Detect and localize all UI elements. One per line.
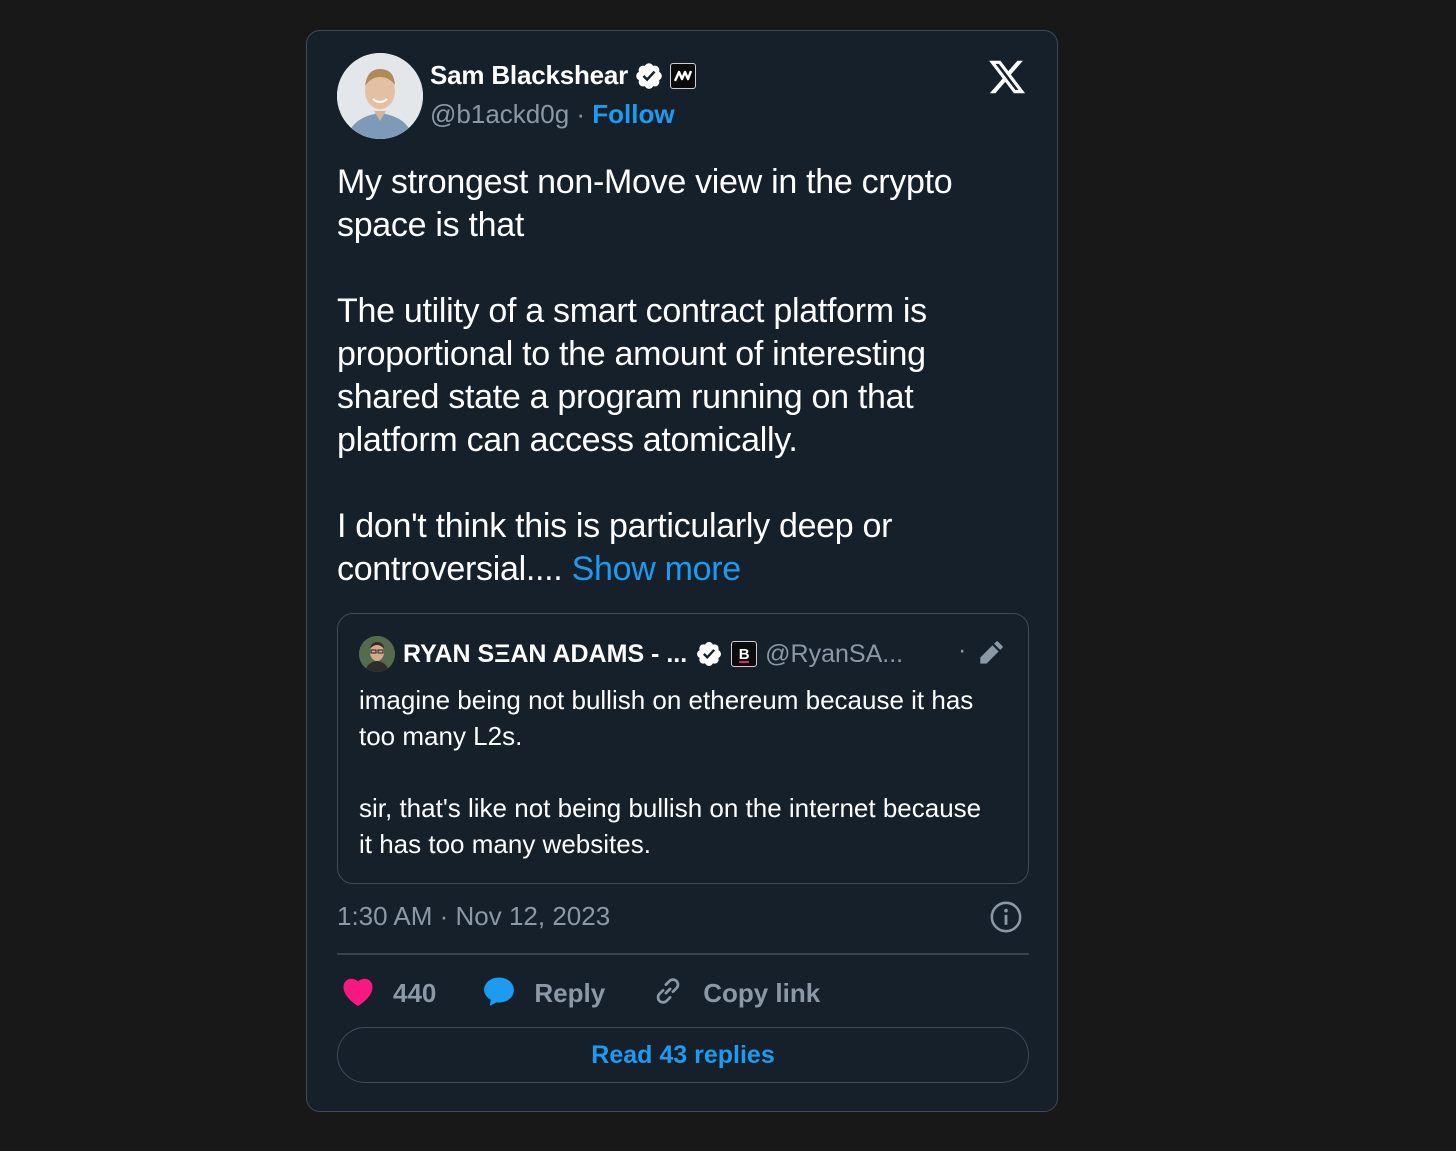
verified-icon bbox=[695, 640, 723, 668]
author-handle-row: @b1ackd0g · Follow bbox=[430, 99, 675, 130]
divider bbox=[337, 953, 1029, 955]
quoted-tweet-text: imagine being not bullish on ethereum be… bbox=[359, 682, 999, 862]
tweet-card: Sam Blackshear @b1ackd0g · Follow My str… bbox=[306, 30, 1058, 1112]
author-name-row: Sam Blackshear bbox=[430, 60, 697, 91]
handle-separator: · bbox=[576, 99, 586, 129]
affiliate-badge-icon: B bbox=[731, 641, 758, 667]
quoted-author-name[interactable]: RYAN SΞAN ADAMS - ... bbox=[403, 640, 687, 669]
quoted-tweet-header: RYAN SΞAN ADAMS - ... B @RyanSA... bbox=[359, 636, 903, 672]
x-logo-icon[interactable] bbox=[987, 57, 1027, 97]
reply-label: Reply bbox=[534, 977, 606, 1008]
copy-link-button[interactable]: Copy link bbox=[651, 974, 820, 1013]
show-more-link[interactable]: Show more bbox=[572, 550, 742, 588]
reply-bubble-icon bbox=[482, 974, 516, 1013]
quoted-author-avatar[interactable] bbox=[359, 636, 395, 672]
quoted-paragraph: imagine being not bullish on ethereum be… bbox=[359, 685, 974, 751]
copy-link-label: Copy link bbox=[703, 977, 821, 1008]
action-bar: 440 Reply Copy link bbox=[341, 973, 866, 1013]
tweet-paragraph: The utility of a smart contract platform… bbox=[337, 292, 927, 459]
author-handle[interactable]: @b1ackd0g bbox=[430, 99, 569, 129]
tweet-paragraph: I don't think this is particularly deep … bbox=[337, 505, 1027, 591]
like-count: 440 bbox=[393, 977, 437, 1008]
info-icon[interactable] bbox=[989, 900, 1023, 934]
author-avatar[interactable] bbox=[337, 53, 423, 139]
like-button[interactable]: 440 bbox=[341, 975, 436, 1012]
verified-icon bbox=[634, 61, 664, 91]
quoted-handle-separator: · bbox=[958, 636, 967, 664]
author-name[interactable]: Sam Blackshear bbox=[430, 60, 628, 91]
edit-icon bbox=[976, 640, 1004, 668]
affiliate-badge-icon bbox=[670, 62, 697, 89]
tweet-text: My strongest non-Move view in the crypto… bbox=[337, 161, 1027, 591]
read-replies-button[interactable]: Read 43 replies bbox=[337, 1027, 1029, 1083]
reply-button[interactable]: Reply bbox=[482, 974, 605, 1013]
quoted-paragraph: sir, that's like not being bullish on th… bbox=[359, 793, 982, 859]
tweet-timestamp[interactable]: 1:30 AM · Nov 12, 2023 bbox=[337, 901, 610, 932]
quoted-author-handle[interactable]: @RyanSA... bbox=[765, 640, 903, 669]
quoted-tweet[interactable]: RYAN SΞAN ADAMS - ... B @RyanSA... · ima… bbox=[337, 613, 1029, 884]
link-icon bbox=[651, 974, 685, 1013]
follow-button[interactable]: Follow bbox=[592, 99, 674, 129]
heart-icon bbox=[341, 975, 375, 1012]
tweet-paragraph: My strongest non-Move view in the crypto… bbox=[337, 163, 953, 244]
